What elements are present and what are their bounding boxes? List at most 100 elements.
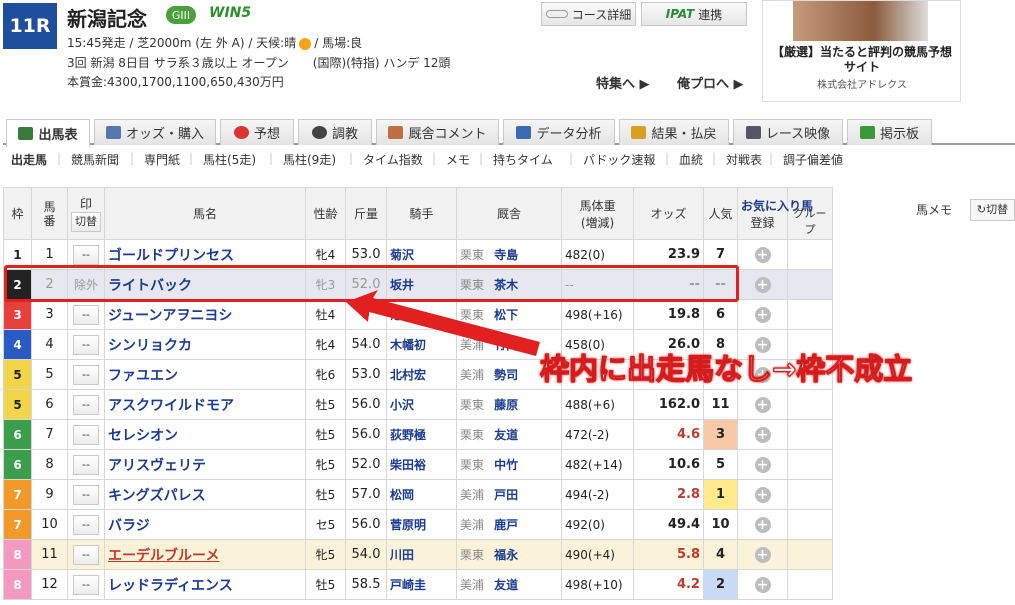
stable-cell[interactable]: 栗東 友道	[456, 419, 562, 450]
horse-name-cell[interactable]: バラジ	[104, 509, 306, 540]
mark-select[interactable]: --	[73, 454, 99, 475]
col-stable[interactable]: 厩舎	[456, 187, 562, 240]
tab-board[interactable]: 掲示板	[847, 119, 932, 145]
subnav-mochi-time[interactable]: 持ちタイム	[493, 151, 553, 168]
trainer-link[interactable]: 友道	[494, 578, 518, 592]
horse-name-cell[interactable]: キングズパレス	[104, 479, 306, 510]
mark-select[interactable]: --	[73, 304, 99, 325]
add-favorite-icon[interactable]: +	[754, 396, 771, 413]
jockey-link[interactable]: 菅原明	[390, 518, 426, 532]
mark-select[interactable]: --	[73, 514, 99, 535]
horse-name-link[interactable]: シンリョクカ	[108, 338, 192, 354]
mark-cell[interactable]: --	[67, 359, 105, 390]
ipat-link-button[interactable]: IPAT 連携	[641, 2, 747, 26]
horse-name-cell[interactable]: シンリョクカ	[104, 329, 306, 360]
fav-register-cell[interactable]: +	[737, 239, 788, 270]
ad-banner[interactable]: 【厳選】当たると評判の競馬予想サイト 株式会社アドレクス	[762, 0, 961, 102]
add-favorite-icon[interactable]: +	[754, 546, 771, 563]
subnav-umabashira9[interactable]: 馬柱(9走)	[283, 151, 336, 168]
stable-cell[interactable]: 栗東 中竹	[456, 449, 562, 480]
fav-register-cell[interactable]: +	[737, 509, 788, 540]
mark-cell[interactable]: --	[67, 419, 105, 450]
subnav-ketto[interactable]: 血統	[679, 151, 703, 168]
jockey-cell[interactable]: 松岡	[386, 479, 457, 510]
tab-kyusha-comment[interactable]: 厩舎コメント	[376, 119, 499, 145]
jockey-cell[interactable]: 荻野極	[386, 419, 457, 450]
jockey-cell[interactable]: 戸崎圭	[386, 569, 457, 600]
add-favorite-icon[interactable]: +	[754, 246, 771, 263]
horse-name-cell[interactable]: セレシオン	[104, 419, 306, 450]
subnav-shinbun[interactable]: 競馬新聞	[71, 151, 119, 168]
horse-name-link[interactable]: ゴールドプリンセス	[108, 248, 234, 264]
horse-name-link[interactable]: バラジ	[108, 518, 150, 534]
mark-cell[interactable]: --	[67, 569, 105, 600]
mark-cell[interactable]: --	[67, 479, 105, 510]
horse-name-cell[interactable]: アリスヴェリテ	[104, 449, 306, 480]
jockey-cell[interactable]: 川田	[386, 539, 457, 570]
mark-cell[interactable]: --	[67, 389, 105, 420]
mark-select[interactable]: --	[73, 544, 99, 565]
subnav-senmonshi[interactable]: 専門紙	[144, 151, 180, 168]
col-horse-name[interactable]: 馬名	[104, 187, 306, 240]
tokushu-link[interactable]: 特集へ ▶	[596, 73, 650, 92]
horse-name-link[interactable]: アリスヴェリテ	[108, 458, 206, 474]
course-detail-button[interactable]: コース詳細	[541, 2, 636, 26]
horse-name-cell[interactable]: レッドラディエンス	[104, 569, 306, 600]
subnav-memo[interactable]: メモ	[446, 151, 470, 168]
trainer-link[interactable]: 鹿戸	[494, 518, 518, 532]
col-weight[interactable]: 斤量	[345, 187, 387, 240]
col-umaban[interactable]: 馬番	[31, 187, 68, 240]
mark-cell[interactable]: --	[67, 539, 105, 570]
add-favorite-icon[interactable]: +	[754, 306, 771, 323]
mark-select[interactable]: --	[73, 394, 99, 415]
horse-name-cell[interactable]: ジューンアヲニヨシ	[104, 299, 306, 330]
jockey-link[interactable]: 戸崎圭	[390, 578, 426, 592]
add-favorite-icon[interactable]: +	[754, 426, 771, 443]
subnav-shutsuba[interactable]: 出走馬	[11, 151, 47, 168]
mark-select[interactable]: --	[73, 484, 99, 505]
tab-shutsuba[interactable]: 出馬表	[6, 119, 90, 147]
tab-chokyo[interactable]: 調教	[298, 119, 372, 145]
trainer-link[interactable]: 福永	[494, 548, 518, 562]
fav-register-cell[interactable]: +	[737, 299, 788, 330]
trainer-link[interactable]: 寺島	[494, 248, 518, 262]
stable-cell[interactable]: 美浦 鹿戸	[456, 509, 562, 540]
orepro-link[interactable]: 俺プロへ ▶	[677, 73, 744, 92]
horse-name-link[interactable]: エーデルブルーメ	[108, 548, 219, 564]
fav-register-cell[interactable]: +	[737, 419, 788, 450]
jockey-cell[interactable]: 小沢	[386, 389, 457, 420]
stable-cell[interactable]: 美浦 戸田	[456, 479, 562, 510]
horse-name-link[interactable]: ファユエン	[108, 368, 178, 384]
subnav-paddock[interactable]: パドック速報	[583, 151, 655, 168]
horse-name-cell[interactable]: ファユエン	[104, 359, 306, 390]
jockey-cell[interactable]: 柴田裕	[386, 449, 457, 480]
horse-name-link[interactable]: ジューンアヲニヨシ	[108, 308, 232, 324]
trainer-link[interactable]: 藤原	[494, 398, 518, 412]
jockey-cell[interactable]: 北村宏	[386, 359, 457, 390]
trainer-link[interactable]: 中竹	[494, 458, 518, 472]
col-odds[interactable]: オッズ	[633, 187, 704, 240]
add-favorite-icon[interactable]: +	[754, 576, 771, 593]
subnav-taisen[interactable]: 対戦表	[726, 151, 762, 168]
col-jockey[interactable]: 騎手	[386, 187, 457, 240]
mark-select[interactable]: --	[73, 334, 99, 355]
mark-select[interactable]: --	[73, 364, 99, 385]
tab-video[interactable]: レース映像	[733, 119, 843, 145]
stable-cell[interactable]: 栗東 福永	[456, 539, 562, 570]
jockey-link[interactable]: 柴田裕	[390, 458, 426, 472]
fav-register-cell[interactable]: +	[737, 449, 788, 480]
horse-name-cell[interactable]: エーデルブルーメ	[104, 539, 306, 570]
jockey-link[interactable]: 松岡	[390, 488, 414, 502]
subnav-time-index[interactable]: タイム指数	[363, 151, 423, 168]
mark-cell[interactable]: --	[67, 329, 105, 360]
tab-data[interactable]: データ分析	[503, 119, 615, 145]
stable-cell[interactable]: 美浦 友道	[456, 569, 562, 600]
subnav-umabashira5[interactable]: 馬柱(5走)	[203, 151, 256, 168]
horse-name-link[interactable]: セレシオン	[108, 428, 178, 444]
trainer-link[interactable]: 戸田	[494, 488, 518, 502]
fav-register-cell[interactable]: +	[737, 539, 788, 570]
add-favorite-icon[interactable]: +	[754, 456, 771, 473]
fav-register-cell[interactable]: +	[737, 389, 788, 420]
horse-name-link[interactable]: キングズパレス	[108, 488, 206, 504]
mark-select[interactable]: --	[73, 244, 99, 265]
